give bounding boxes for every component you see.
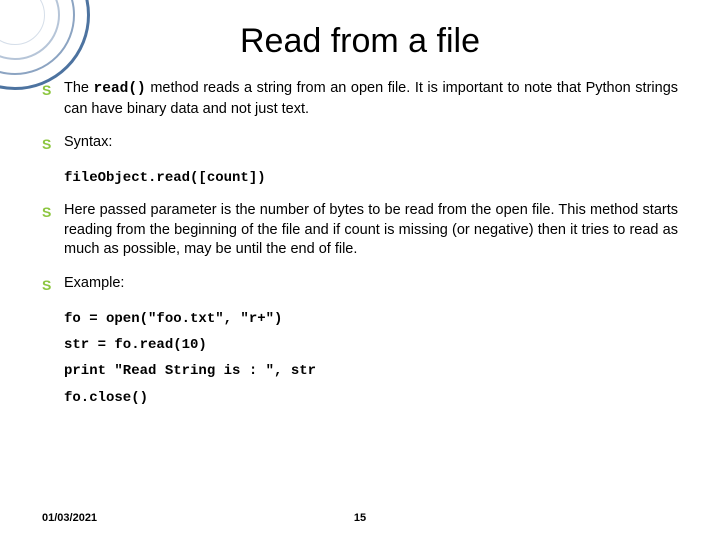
text-fragment: The — [64, 80, 94, 96]
bullet-marker: S — [42, 133, 64, 155]
slide-content: S The read() method reads a string from … — [0, 79, 720, 407]
example-block: fo = open("foo.txt", "r+") str = fo.read… — [64, 310, 678, 407]
syntax-block: fileObject.read([count]) — [64, 169, 678, 187]
bullet-marker: S — [42, 79, 64, 101]
text-fragment: method reads a string from an open file.… — [64, 80, 678, 117]
bullet-marker: S — [42, 201, 64, 223]
bullet-item: S Syntax: — [42, 133, 678, 155]
code-line: fo.close() — [64, 389, 678, 407]
slide-title: Read from a file — [0, 0, 720, 79]
footer-date: 01/03/2021 — [42, 512, 97, 524]
bullet-text: Here passed parameter is the number of b… — [64, 201, 678, 260]
code-line: str = fo.read(10) — [64, 336, 678, 354]
code-line: fo = open("foo.txt", "r+") — [64, 310, 678, 328]
bullet-marker: S — [42, 274, 64, 296]
code-line: fileObject.read([count]) — [64, 169, 678, 187]
bullet-item: S The read() method reads a string from … — [42, 79, 678, 119]
bullet-text: Example: — [64, 274, 124, 294]
bullet-text: Syntax: — [64, 133, 112, 153]
bullet-item: S Here passed parameter is the number of… — [42, 201, 678, 260]
code-line: print "Read String is : ", str — [64, 362, 678, 380]
bullet-item: S Example: — [42, 274, 678, 296]
bullet-text: The read() method reads a string from an… — [64, 79, 678, 119]
inline-code: read() — [94, 81, 146, 97]
footer-page-number: 15 — [354, 512, 366, 524]
